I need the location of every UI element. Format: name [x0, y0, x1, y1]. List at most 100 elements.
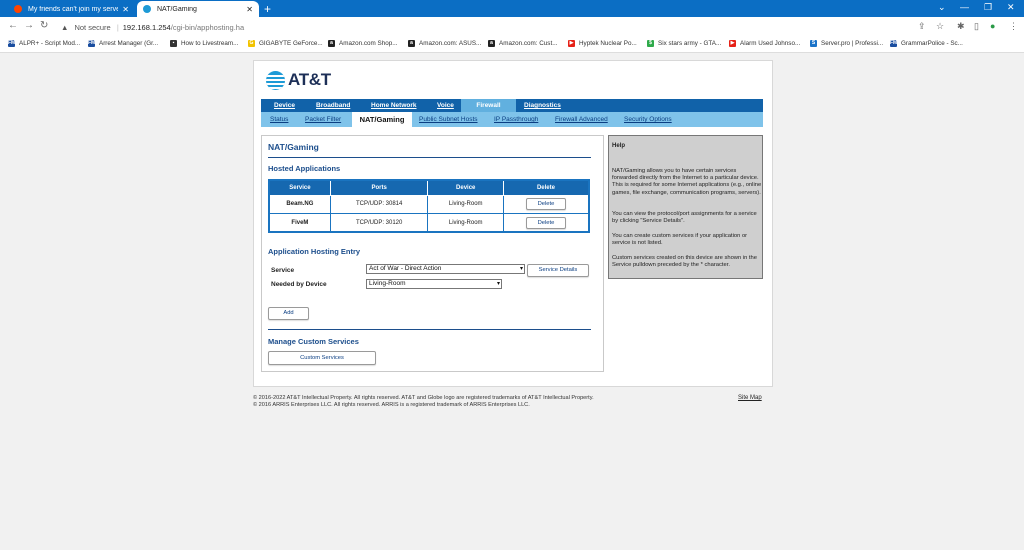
subnav-public-subnet-hosts[interactable]: Public Subnet Hosts — [419, 112, 478, 127]
green-circle-icon: $ — [647, 40, 654, 47]
bookmark-item[interactable]: FM GrammarPolice - Sc... — [890, 40, 963, 47]
forward-icon[interactable]: → — [24, 20, 34, 31]
browser-tab-reddit[interactable]: My friends can't join my server - ✕ — [8, 1, 135, 17]
att-globe-icon — [143, 5, 151, 13]
bookmark-item[interactable]: ▶ Alarm Used Johnso... — [729, 40, 800, 47]
bookmark-item[interactable]: a Amazon.com: ASUS... — [408, 40, 481, 47]
nav-voice[interactable]: Voice — [437, 99, 454, 112]
new-tab-icon[interactable]: + — [264, 2, 271, 16]
amazon-icon: a — [488, 40, 495, 47]
bookmark-label: Amazon.com: ASUS... — [419, 40, 482, 47]
delete-cell: Delete — [502, 194, 590, 215]
site-map-link[interactable]: Site Map — [738, 395, 762, 401]
service-select-value: Act of War - Direct Action — [369, 265, 442, 272]
column-header: Delete — [502, 179, 590, 196]
url-field[interactable]: ▲ Not secure | 192.168.1.254/cgi-bin/appho… — [61, 23, 244, 32]
main-nav: Device Broadband Home Network Voice Fire… — [261, 99, 763, 112]
browser-tab-nat-gaming[interactable]: NAT/Gaming ✕ — [137, 1, 259, 17]
warning-icon[interactable]: ▲ — [61, 23, 68, 32]
url-host: 192.168.1.254 — [122, 23, 171, 32]
bookmark-item[interactable]: $ Six stars army - GTA... — [647, 40, 721, 47]
bookmark-label: Amazon.com: Cust... — [499, 40, 558, 47]
device-cell: Living-Room — [427, 213, 504, 233]
reload-icon[interactable]: ↻ — [40, 20, 48, 31]
manage-custom-services-heading: Manage Custom Services — [268, 337, 359, 346]
nav-device[interactable]: Device — [274, 99, 295, 112]
delete-button[interactable]: Delete — [525, 198, 566, 211]
service-cell: FiveM — [268, 213, 331, 233]
service-label: Service — [271, 267, 295, 274]
delete-cell: Delete — [502, 213, 590, 233]
side-panel-icon[interactable]: ▯ — [974, 21, 979, 32]
nav-home-network[interactable]: Home Network — [371, 99, 417, 112]
nav-broadband[interactable]: Broadband — [316, 99, 350, 112]
att-globe-icon — [266, 70, 285, 90]
ports-cell: TCP/UDP: 30120 — [329, 213, 429, 233]
nav-firewall[interactable]: Firewall — [461, 99, 516, 112]
service-select[interactable]: Act of War - Direct Action ▾ — [366, 264, 525, 274]
page-icon: ▪ — [170, 40, 177, 47]
help-paragraph: You can view the protocol/port assignmen… — [612, 211, 757, 225]
tab-search-icon[interactable]: ⌄ — [938, 2, 946, 13]
close-tab-icon[interactable]: ✕ — [122, 5, 129, 14]
device-cell: Living-Room — [427, 194, 504, 215]
profile-avatar-icon[interactable]: ● — [990, 21, 995, 31]
chevron-down-icon: ▾ — [519, 266, 523, 272]
bookmark-item[interactable]: G GIGABYTE GeForce... — [248, 40, 323, 47]
reddit-icon — [14, 5, 22, 13]
bookmark-label: Hyptek Nuclear Po... — [579, 40, 637, 47]
sub-nav: Status Packet Filter NAT/Gaming Public S… — [261, 112, 763, 127]
bookmark-item[interactable]: S Server.pro | Professi... — [810, 40, 883, 47]
subnav-nat-gaming[interactable]: NAT/Gaming — [352, 112, 412, 127]
nat-gaming-panel: NAT/Gaming Hosted Applications Service P… — [261, 135, 604, 372]
restore-icon[interactable]: ❐ — [984, 2, 992, 13]
divider — [268, 329, 591, 330]
menu-icon[interactable]: ⋮ — [1009, 21, 1018, 32]
help-paragraph: Custom services created on this device a… — [612, 255, 757, 269]
bookmark-item[interactable]: ▪ How to Livestream... — [170, 40, 238, 47]
hosted-applications-table: Service Ports Device Delete Beam.NG TCP/… — [268, 179, 590, 233]
share-icon[interactable]: ⇪ — [918, 21, 926, 32]
subnav-security-options[interactable]: Security Options — [624, 112, 672, 127]
device-select[interactable]: Living-Room ▾ — [366, 279, 502, 289]
youtube-icon: ▶ — [729, 40, 736, 47]
subnav-firewall-advanced[interactable]: Firewall Advanced — [555, 112, 608, 127]
bookmark-item[interactable]: FM Arrest Manager (Gr... — [88, 40, 158, 47]
delete-button[interactable]: Delete — [525, 216, 566, 229]
bookmark-label: Six stars army - GTA... — [658, 40, 722, 47]
subnav-packet-filter[interactable]: Packet Filter — [305, 112, 341, 127]
tab-title: My friends can't join my server - — [28, 5, 119, 13]
service-details-button[interactable]: Service Details — [527, 264, 589, 277]
help-paragraph: You can create custom services if your a… — [612, 233, 748, 247]
att-logo: AT&T — [266, 70, 331, 90]
custom-services-button[interactable]: Custom Services — [268, 351, 376, 365]
bookmark-item[interactable]: FM ALPR+ - Script Mod... — [8, 40, 80, 47]
bookmark-label: GIGABYTE GeForce... — [259, 40, 323, 47]
subnav-status[interactable]: Status — [270, 112, 288, 127]
help-paragraph: NAT/Gaming allows you to have certain se… — [612, 168, 762, 196]
bookmark-item[interactable]: a Amazon.com: Cust... — [488, 40, 557, 47]
back-icon[interactable]: ← — [8, 20, 18, 31]
url-path: /cgi-bin/apphosting.ha — [170, 23, 245, 32]
extensions-icon[interactable]: ✱ — [957, 21, 965, 32]
bookmark-label: Amazon.com Shop... — [339, 40, 398, 47]
column-header: Device — [427, 179, 504, 196]
close-window-icon[interactable]: ✕ — [1007, 2, 1015, 13]
table-row: FiveM TCP/UDP: 30120 Living-Room Delete — [268, 213, 590, 233]
bookmark-label: Arrest Manager (Gr... — [99, 40, 159, 47]
add-button[interactable]: Add — [268, 307, 309, 320]
chevron-down-icon: ▾ — [496, 281, 500, 287]
bookmark-item[interactable]: ▶ Hyptek Nuclear Po... — [568, 40, 637, 47]
subnav-ip-passthrough[interactable]: IP Passthrough — [494, 112, 538, 127]
bookmark-item[interactable]: a Amazon.com Shop... — [328, 40, 397, 47]
close-tab-icon[interactable]: ✕ — [246, 5, 253, 14]
browser-tab-bar: My friends can't join my server - ✕ NAT/… — [0, 0, 1024, 17]
hosted-applications-heading: Hosted Applications — [268, 164, 341, 173]
minimize-icon[interactable]: — — [960, 2, 969, 12]
copyright-line: © 2016 ARRIS Enterprises LLC. All rights… — [253, 402, 530, 408]
bookmark-label: Alarm Used Johnso... — [740, 40, 801, 47]
nav-diagnostics[interactable]: Diagnostics — [524, 99, 561, 112]
page-title: NAT/Gaming — [268, 142, 319, 152]
bookmark-star-icon[interactable]: ☆ — [936, 21, 944, 32]
amazon-icon: a — [408, 40, 415, 47]
